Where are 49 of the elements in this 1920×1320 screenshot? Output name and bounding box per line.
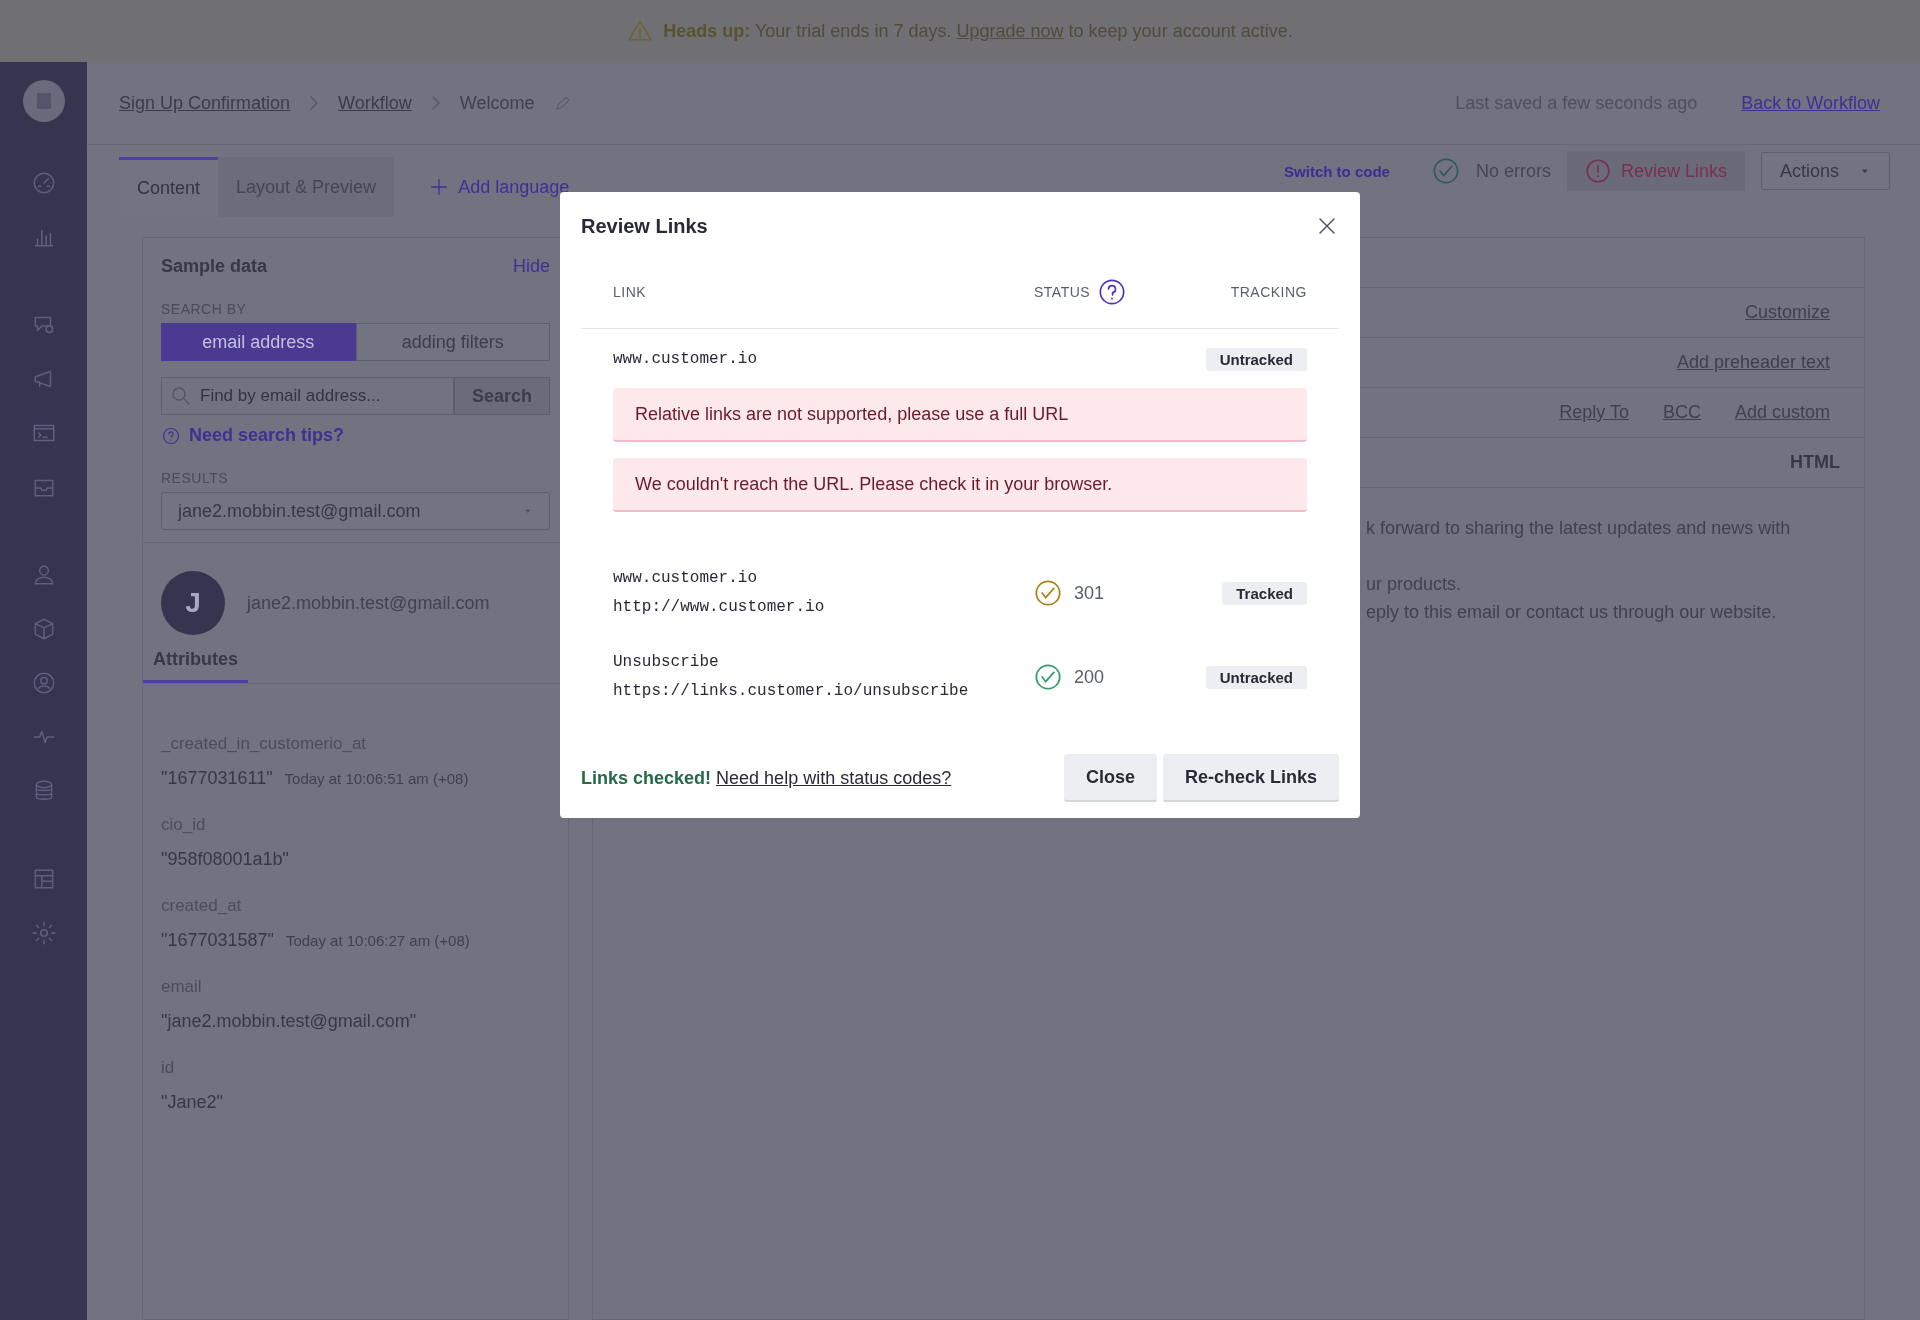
link-url: www.customer.io: [613, 349, 759, 370]
status-code: 200: [1074, 666, 1105, 688]
link-url: https://links.customer.io/unsubscribe: [613, 681, 970, 702]
recheck-links-button[interactable]: Re-check Links: [1162, 754, 1339, 802]
back-to-workflow-link[interactable]: Back to Workflow: [1741, 92, 1880, 114]
chevron-right-icon: [310, 96, 319, 110]
help-icon: [161, 425, 181, 446]
link-url: http://www.customer.io: [613, 597, 826, 618]
tracking-badge: Untracked: [1205, 665, 1307, 689]
attribute-value: "958f08001a1b": [161, 849, 289, 870]
check-circle-icon: [1431, 157, 1460, 185]
search-field[interactable]: Find by email address...: [161, 377, 454, 415]
format-label: HTML: [1790, 452, 1840, 473]
alert-circle-icon: [1584, 158, 1611, 184]
add-language-button[interactable]: Add language: [422, 157, 576, 217]
attribute-value: "Jane2": [161, 1092, 223, 1113]
panel-title: Sample data: [161, 256, 268, 277]
search-tips-link[interactable]: Need search tips?: [189, 425, 345, 446]
avatar: J: [161, 571, 225, 635]
column-header: TRACKING: [1229, 284, 1307, 300]
trial-banner-message: Heads up: Your trial ends in 7 days. Upgrade now to keep your account active.: [663, 20, 1293, 42]
column-header: STATUS: [1034, 284, 1091, 300]
switch-to-code-link[interactable]: Switch to code: [1284, 162, 1390, 180]
review-links-button[interactable]: Review Links: [1566, 151, 1745, 191]
tracking-badge: Untracked: [1205, 348, 1307, 371]
attribute-value: "jane2.mobbin.test@gmail.com": [161, 1011, 417, 1032]
attribute-value: "1677031611": [161, 768, 273, 789]
link-name: Unsubscribe: [613, 652, 720, 673]
hide-link[interactable]: Hide: [512, 256, 550, 277]
error-alert: Relative links are not supported, please use a full URL: [613, 388, 1307, 442]
dialog-title: Review Links: [581, 214, 708, 238]
workspace-logo[interactable]: [22, 80, 65, 122]
tracking-badge: Tracked: [1222, 581, 1307, 605]
attribute-value: "1677031587": [161, 930, 274, 951]
status-codes-help-link[interactable]: Need help with status codes?: [716, 767, 952, 788]
chevron-right-icon: [431, 96, 440, 110]
results-dropdown[interactable]: jane2.mobbin.test@gmail.com: [161, 492, 550, 530]
column-header: LINK: [613, 284, 648, 300]
close-button[interactable]: Close: [1063, 754, 1157, 802]
link-name: www.customer.io: [613, 568, 759, 589]
search-mode-toggle[interactable]: email address: [161, 323, 356, 361]
actions-dropdown[interactable]: Actions: [1760, 152, 1890, 190]
error-alert: We couldn't reach the URL. Please check it in your browser.: [613, 458, 1307, 512]
upgrade-link[interactable]: Upgrade now: [956, 20, 1064, 41]
help-icon: [1098, 278, 1127, 306]
links-checked-message: Links checked! Need help with status codes?: [581, 767, 952, 789]
breadcrumb-link[interactable]: Workflow: [338, 92, 412, 114]
status-code: 301: [1074, 582, 1105, 604]
attributes-tab[interactable]: Attributes: [143, 649, 248, 683]
